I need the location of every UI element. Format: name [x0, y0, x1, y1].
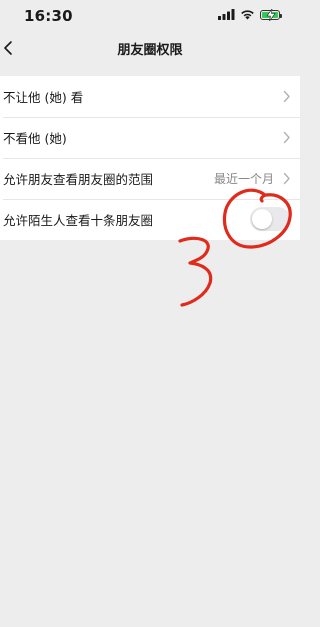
settings-list: 不让他 (她) 看 不看他 (她) 允许朋友查看朋友圈的范围 最近一个月 允许陌… [0, 76, 300, 240]
row-label: 允许朋友查看朋友圈的范围 [3, 172, 154, 187]
chevron-right-icon [283, 172, 290, 185]
row-visible-range[interactable]: 允许朋友查看朋友圈的范围 最近一个月 [0, 158, 300, 199]
status-bar: 16:30 [0, 0, 300, 30]
chevron-right-icon [283, 131, 290, 144]
row-hide-my-moments[interactable]: 不让他 (她) 看 [0, 76, 300, 117]
row-hide-their-moments[interactable]: 不看他 (她) [0, 117, 300, 158]
bolt-icon [266, 8, 276, 21]
row-label: 允许陌生人查看十条朋友圈 [3, 213, 154, 228]
row-stranger-view: 允许陌生人查看十条朋友圈 [0, 199, 300, 240]
nav-bar: 朋友圈权限 [0, 30, 300, 66]
wifi-icon [241, 10, 254, 20]
chevron-right-icon [283, 90, 290, 103]
stranger-view-toggle[interactable] [250, 207, 290, 231]
battery-cap [280, 13, 282, 18]
page-title: 朋友圈权限 [117, 43, 183, 58]
screen: 16:30 朋友圈权限 不让他 (她) 看 不看他 (她) 允许朋友查看朋友圈的… [0, 0, 300, 627]
row-label: 不看他 (她) [3, 131, 67, 146]
toggle-knob [252, 209, 272, 229]
battery-charging-icon [260, 8, 282, 21]
status-icons [218, 8, 282, 21]
signal-icon [218, 9, 235, 20]
row-label: 不让他 (她) 看 [3, 90, 84, 105]
visible-range-value: 最近一个月 [213, 172, 274, 186]
status-time: 16:30 [24, 7, 73, 25]
